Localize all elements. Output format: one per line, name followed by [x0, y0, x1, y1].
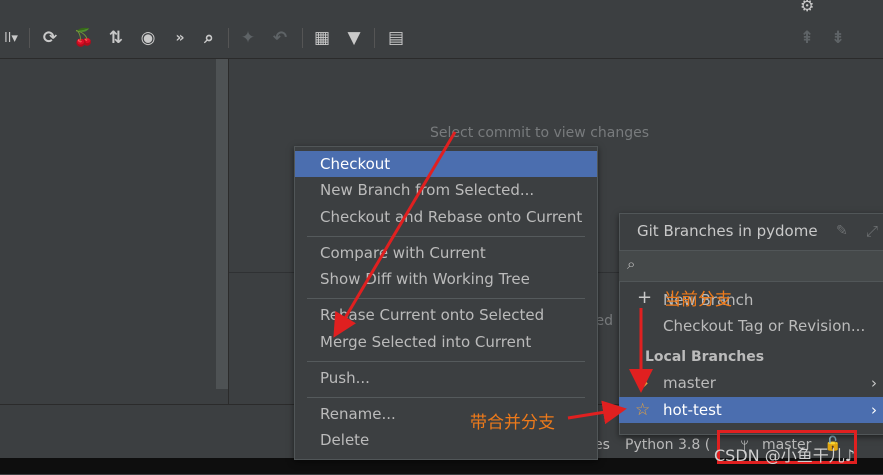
annotation-merge-branch: 带合并分支: [470, 413, 555, 433]
watermark: CSDN @小鱼干儿♪: [714, 446, 855, 465]
annotation-arrows: [333, 131, 653, 425]
arrow-to-merge: [333, 131, 457, 338]
annotation-current-branch: 当前分支: [664, 290, 732, 310]
arrow-to-hot-test: [567, 400, 627, 425]
